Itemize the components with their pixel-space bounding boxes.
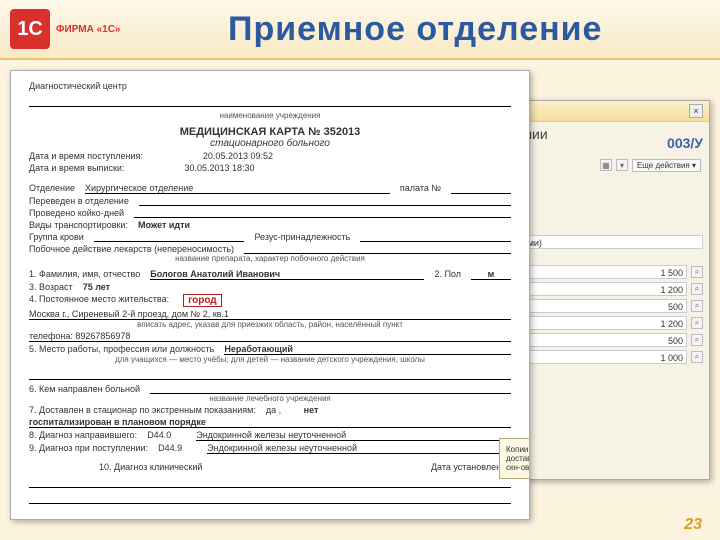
beddays-value: [134, 208, 511, 218]
ward-label: палата №: [400, 183, 441, 194]
ref-diagnosis-label: 8. Диагноз направившего:: [29, 430, 137, 441]
adm-diagnosis-text: Эндокринной железы неуточненной: [207, 443, 511, 454]
sex-label: 2. Пол: [434, 269, 461, 280]
admission-datetime-label: Дата и время поступления:: [29, 151, 143, 161]
close-icon[interactable]: ×: [689, 104, 703, 118]
brand-logo: 1C ФИРМА «1С»: [10, 9, 121, 49]
beddays-label: Проведено койко-дней: [29, 208, 124, 218]
workplace-hint: для учащихся — место учёбы; для детей — …: [29, 355, 511, 364]
emergency-yes: да ,: [266, 405, 281, 415]
rh-label: Резус-принадлежность: [254, 232, 350, 242]
toolbar-icon[interactable]: ▾: [616, 159, 628, 171]
admission-datetime-value: 20.05.2013 09:52: [203, 151, 273, 161]
underline: [29, 492, 511, 504]
toolbar-icon[interactable]: ▦: [600, 159, 612, 171]
patient-name-value: Бологов Анатолий Иванович: [150, 269, 424, 280]
lookup-icon[interactable]: ⌕: [691, 283, 703, 295]
org-name-line: Диагностический центр: [29, 81, 511, 91]
margin-note-box: Копии учрежд. кем доставлен или код скн-…: [499, 438, 530, 479]
lookup-icon[interactable]: ⌕: [691, 300, 703, 312]
address-value: Москва г., Сиреневый 2-й проезд, дом № 2…: [29, 309, 511, 320]
underline: [29, 368, 511, 380]
bloodtype-label: Группа крови: [29, 232, 84, 242]
age-value: 75 лет: [83, 282, 110, 292]
adm-diagnosis-label: 9. Диагноз при поступлении:: [29, 443, 148, 454]
ref-diagnosis-text: Эндокринной железы неуточненной: [196, 430, 511, 441]
org-name-hint: наименование учреждения: [29, 111, 511, 120]
page-title: Приемное отделение: [121, 10, 711, 49]
sideeffect-hint: название препарата, характер побочного д…: [29, 254, 511, 263]
referred-by-value: [150, 384, 511, 394]
sideeffect-label: Побочное действие лекарств (непереносимо…: [29, 244, 234, 254]
lookup-icon[interactable]: ⌕: [691, 266, 703, 278]
bloodtype-value: [94, 232, 245, 242]
adm-diagnosis-code: D44.9: [158, 443, 182, 454]
age-label: 3. Возраст: [29, 282, 73, 292]
app-header: 1C ФИРМА «1С» Приемное отделение: [0, 0, 720, 60]
clinical-diagnosis-label: 10. Диагноз клинический: [99, 462, 202, 472]
emergency-no: нет: [304, 405, 319, 415]
sex-value: м: [471, 269, 511, 280]
document-subtitle: стационарного больного: [29, 138, 511, 149]
underline: [29, 476, 511, 488]
referred-by-label: 6. Кем направлен больной: [29, 384, 140, 394]
phone-value: телефона: 89267856978: [29, 331, 511, 342]
transport-value: Может идти: [138, 220, 190, 230]
form-code-badge: 003/У: [667, 135, 703, 151]
medical-card-document: Диагностический центр наименование учреж…: [10, 70, 530, 520]
patient-name-label: 1. Фамилия, имя, отчество: [29, 269, 140, 280]
city-badge: город: [183, 294, 222, 307]
transfer-label: Переведен в отделение: [29, 196, 129, 206]
logo-subtext: ФИРМА «1С»: [56, 24, 121, 35]
hospitalization-type: госпитализирован в плановом порядке: [29, 417, 511, 428]
rh-value: [360, 232, 511, 242]
address-hint: вписать адрес, указав для приезжих облас…: [29, 320, 511, 329]
underline: [29, 95, 511, 107]
workspace: (1С:Предприятие) × …емном отделении 003/…: [10, 70, 710, 530]
lookup-icon[interactable]: ⌕: [691, 334, 703, 346]
address-label: 4. Постоянное место жительства:: [29, 294, 169, 307]
more-actions-button[interactable]: Еще действия ▾: [632, 159, 701, 172]
margin-note-left: Копии учрежд. кем доставлен или код скн-…: [506, 445, 530, 472]
document-title: МЕДИЦИНСКАЯ КАРТА № 352013: [29, 126, 511, 138]
lookup-icon[interactable]: ⌕: [691, 317, 703, 329]
transport-label: Виды транспортировки:: [29, 220, 128, 230]
logo-icon: 1C: [10, 9, 50, 49]
workplace-value: Неработающий: [224, 344, 511, 355]
department-label: Отделение: [29, 183, 75, 194]
sideeffect-value: [244, 244, 511, 254]
referred-by-hint: название лечебного учреждения: [29, 394, 511, 403]
workplace-label: 5. Место работы, профессия или должность: [29, 344, 214, 355]
lookup-icon[interactable]: ⌕: [691, 351, 703, 363]
slide-page-number: 23: [684, 516, 702, 534]
transfer-value: [139, 196, 511, 206]
department-value: Хирургическое отделение: [85, 183, 390, 194]
ward-value: [451, 183, 511, 194]
discharge-datetime-label: Дата и время выписки:: [29, 163, 124, 173]
emergency-label: 7. Доставлен в стационар по экстренным п…: [29, 405, 256, 415]
ref-diagnosis-code: D44.0: [147, 430, 171, 441]
discharge-datetime-value: 30.05.2013 18:30: [184, 163, 254, 173]
